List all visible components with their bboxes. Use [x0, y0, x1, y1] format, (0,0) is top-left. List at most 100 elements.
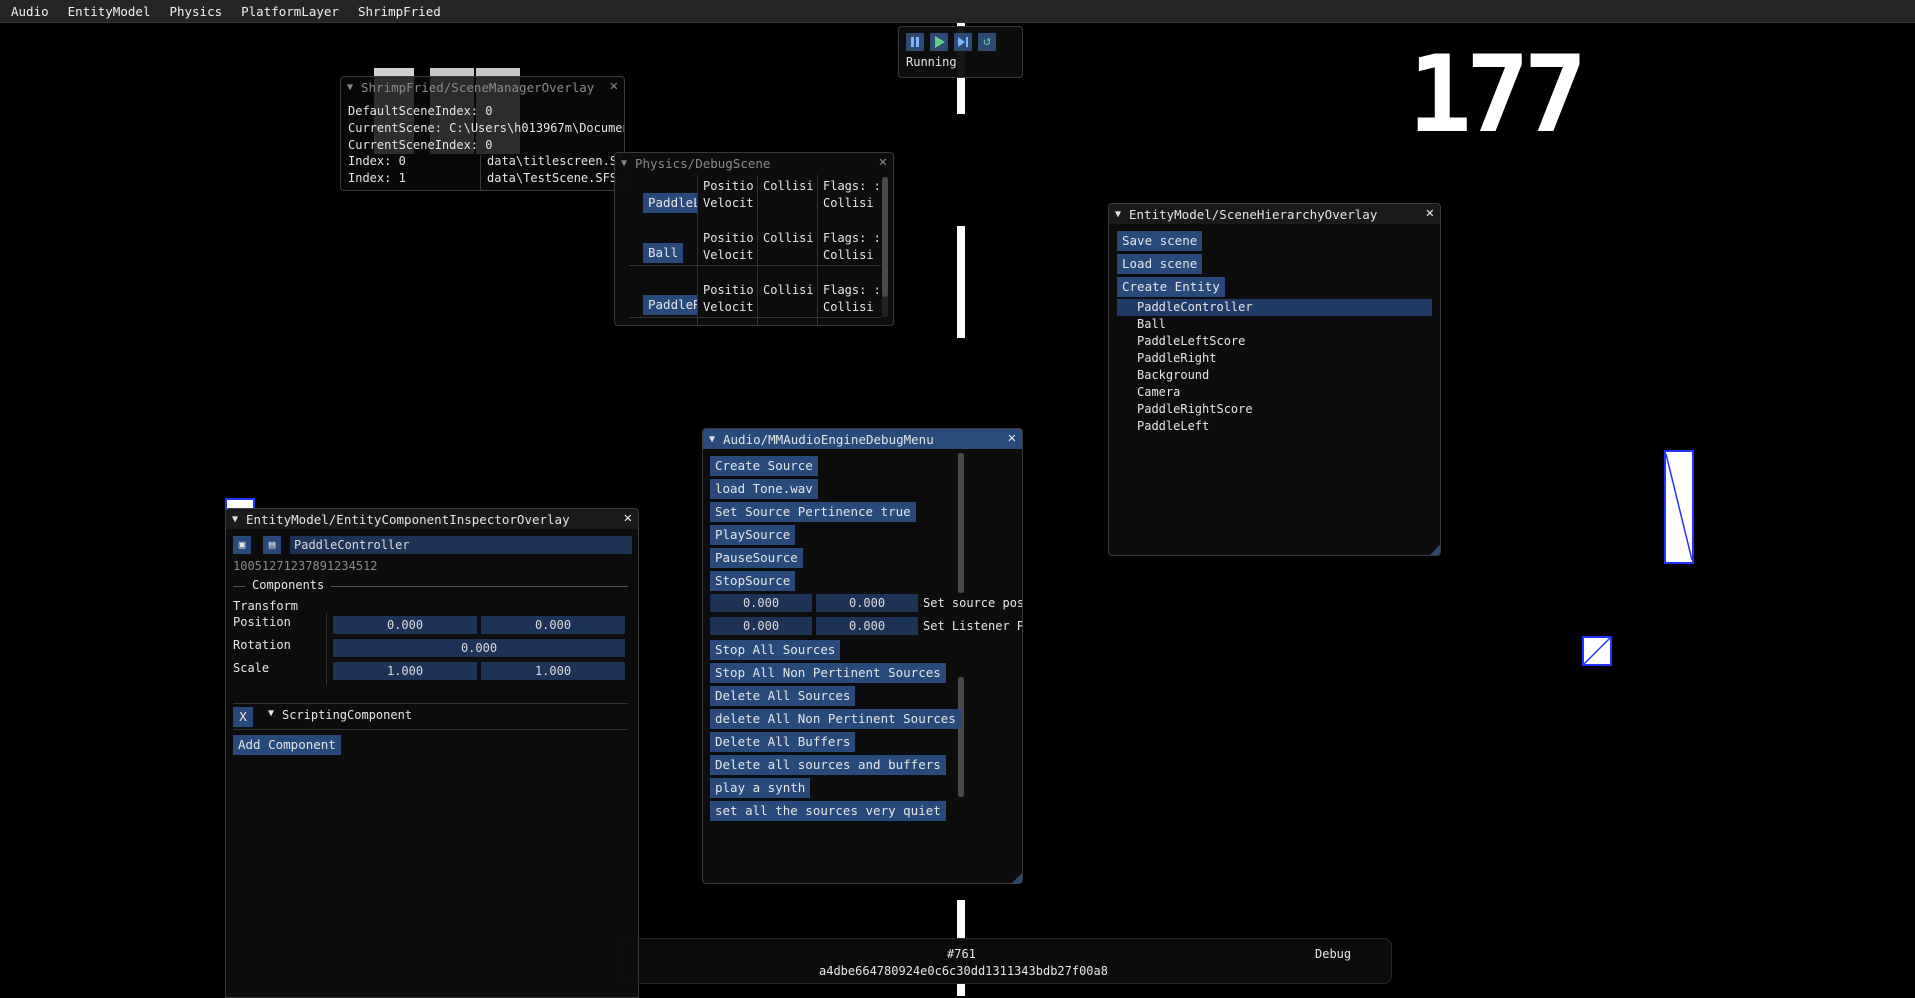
table-row: Index: 0 data\titlescreen.SF	[348, 154, 625, 168]
load-tone-button[interactable]: load Tone.wav	[710, 479, 818, 499]
collapse-arrow-icon[interactable]: ▼	[1115, 209, 1129, 220]
source-pos-y-input[interactable]: 0.000	[816, 594, 918, 612]
commit-hash: a4dbe664780924e0c6c30dd1311343bdb27f00a8	[819, 964, 1108, 978]
table-row: Index: 1 data\TestScene.SFS	[348, 171, 624, 185]
hierarchy-titlebar[interactable]: ▼ EntityModel/SceneHierarchyOverlay ✕	[1109, 204, 1440, 224]
delete-sources-buffers-button[interactable]: Delete all sources and buffers	[710, 755, 946, 775]
list-item[interactable]: Background	[1117, 367, 1432, 384]
collapse-arrow-icon[interactable]: ▼	[232, 514, 246, 525]
cell-flags: Flags: :	[823, 231, 881, 245]
close-icon[interactable]: ✕	[610, 78, 618, 94]
delete-nonpertinent-button[interactable]: delete All Non Pertinent Sources	[710, 709, 961, 729]
transform-label: Transform	[233, 599, 299, 613]
source-pos-x-input[interactable]: 0.000	[710, 594, 812, 612]
list-item[interactable]: PaddleController	[1117, 299, 1432, 316]
create-entity-button[interactable]: Create Entity	[1117, 277, 1225, 297]
quiet-sources-button[interactable]: set all the sources very quiet	[710, 801, 946, 821]
trash-icon[interactable]: ▤	[263, 536, 281, 554]
scene-index: Index: 0	[348, 154, 406, 168]
collapse-arrow-icon[interactable]: ▼	[709, 434, 723, 445]
menu-physics[interactable]: Physics	[158, 4, 230, 19]
position-y-input[interactable]: 0.000	[481, 616, 625, 634]
current-scene-index: CurrentSceneIndex: 0	[348, 138, 493, 152]
remove-component-button[interactable]: X	[233, 707, 253, 727]
menu-shrimpfried[interactable]: ShrimpFried	[347, 4, 449, 19]
close-icon[interactable]: ✕	[879, 154, 887, 170]
entity-name-input[interactable]: PaddleController	[290, 536, 632, 554]
delete-all-sources-button[interactable]: Delete All Sources	[710, 686, 856, 706]
listener-pos-y-input[interactable]: 0.000	[816, 617, 918, 635]
scene-path: data\titlescreen.SF	[487, 154, 625, 168]
set-pertinence-button[interactable]: Set Source Pertinence true	[710, 502, 916, 522]
scale-y-input[interactable]: 1.000	[481, 662, 625, 680]
add-component-button[interactable]: Add Component	[233, 735, 341, 755]
create-source-button[interactable]: Create Source	[710, 456, 818, 476]
cell-collision-flags: Collisi	[823, 248, 874, 262]
resize-grip[interactable]	[1430, 545, 1440, 555]
entity-button-paddleright[interactable]: PaddleR	[643, 295, 697, 315]
play-icon[interactable]	[930, 33, 948, 51]
table-row: PaddleL Positio Velocit Collisi Flags: :…	[615, 179, 881, 229]
menu-entitymodel[interactable]: EntityModel	[57, 4, 159, 19]
close-icon[interactable]: ✕	[1008, 430, 1016, 446]
close-icon[interactable]: ✕	[1426, 205, 1434, 221]
inspector-titlebar[interactable]: ▼ EntityModel/EntityComponentInspectorOv…	[226, 509, 638, 529]
save-icon[interactable]: ▣	[233, 536, 251, 554]
cell-velocity: Velocit	[703, 300, 754, 314]
listener-pos-x-input[interactable]: 0.000	[710, 617, 812, 635]
delete-all-buffers-button[interactable]: Delete All Buffers	[710, 732, 856, 752]
step-icon[interactable]	[954, 33, 972, 51]
entity-list: PaddleController Ball PaddleLeftScore Pa…	[1117, 299, 1432, 435]
load-scene-button[interactable]: Load scene	[1117, 254, 1203, 274]
save-scene-button[interactable]: Save scene	[1117, 231, 1203, 251]
cell-velocity: Velocit	[703, 196, 754, 210]
window-title: EntityModel/SceneHierarchyOverlay	[1129, 206, 1378, 222]
score-right: 177	[1408, 33, 1587, 156]
right-paddle	[1664, 450, 1694, 564]
collapse-arrow-icon[interactable]: ▼	[621, 158, 635, 169]
physics-titlebar[interactable]: ▼ Physics/DebugScene ✕	[615, 153, 893, 173]
stop-all-sources-button[interactable]: Stop All Sources	[710, 640, 841, 660]
scene-manager-titlebar[interactable]: ▼ ShrimpFried/SceneManagerOverlay ✕	[341, 77, 624, 97]
scale-x-input[interactable]: 1.000	[333, 662, 477, 680]
list-item[interactable]: PaddleLeft	[1117, 418, 1432, 435]
scene-path: data\TestScene.SFS	[487, 171, 618, 185]
entity-button-paddleleft[interactable]: PaddleL	[643, 193, 697, 213]
chevron-down-icon[interactable]: ▼	[268, 708, 274, 719]
menu-audio[interactable]: Audio	[0, 4, 57, 19]
play-synth-button[interactable]: play a synth	[710, 778, 811, 798]
cell-collision: Collisi	[763, 179, 814, 193]
scale-label: Scale	[233, 661, 270, 675]
ball	[1582, 636, 1612, 666]
list-item[interactable]: PaddleRightScore	[1117, 401, 1432, 418]
cell-flags: Flags: :	[823, 283, 881, 297]
list-item[interactable]: PaddleLeftScore	[1117, 333, 1432, 350]
play-source-button[interactable]: PlaySource	[710, 525, 796, 545]
collapse-arrow-icon[interactable]: ▼	[347, 82, 361, 93]
resize-grip[interactable]	[1012, 873, 1022, 883]
table-row: Ball Positio Velocit Collisi Flags: : Co…	[615, 231, 881, 281]
stop-nonpertinent-button[interactable]: Stop All Non Pertinent Sources	[710, 663, 946, 683]
pause-icon[interactable]	[906, 33, 924, 51]
physics-debug-window: ▼ Physics/DebugScene ✕ PaddleL Positio V…	[614, 152, 894, 326]
entity-button-ball[interactable]: Ball	[643, 243, 684, 263]
list-item[interactable]: PaddleRight	[1117, 350, 1432, 367]
frame-counter: #761	[947, 947, 976, 961]
window-title: EntityModel/EntityComponentInspectorOver…	[246, 511, 570, 527]
pause-source-button[interactable]: PauseSource	[710, 548, 803, 568]
cell-collision-flags: Collisi	[823, 196, 874, 210]
scene-hierarchy-window: ▼ EntityModel/SceneHierarchyOverlay ✕ Sa…	[1108, 203, 1441, 556]
menu-platformlayer[interactable]: PlatformLayer	[230, 4, 347, 19]
restart-icon[interactable]: ↺	[978, 33, 996, 51]
audio-titlebar[interactable]: ▼ Audio/MMAudioEngineDebugMenu ✕	[703, 429, 1022, 449]
source-pos-label: Set source pos	[923, 596, 1023, 610]
position-x-input[interactable]: 0.000	[333, 616, 477, 634]
scripting-component-header[interactable]: ScriptingComponent	[282, 708, 412, 722]
list-item[interactable]: Ball	[1117, 316, 1432, 333]
list-item[interactable]: Camera	[1117, 384, 1432, 401]
components-header: Components	[252, 578, 325, 592]
cell-collision: Collisi	[763, 231, 814, 245]
rotation-input[interactable]: 0.000	[333, 639, 625, 657]
stop-source-button[interactable]: StopSource	[710, 571, 796, 591]
close-icon[interactable]: ✕	[624, 510, 632, 526]
